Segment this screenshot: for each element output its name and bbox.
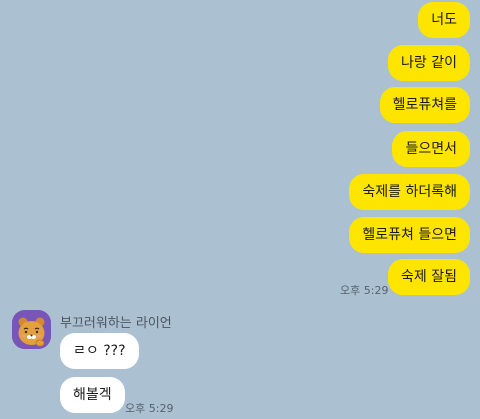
outgoing-message[interactable]: 들으면서	[392, 131, 470, 167]
outgoing-timestamp: 오후 5:29	[340, 284, 389, 297]
incoming-message[interactable]: ㄹㅇ ???	[60, 333, 139, 369]
outgoing-message[interactable]: 숙제를 하더록해	[349, 174, 470, 210]
outgoing-message[interactable]: 숙제 잘됨	[388, 259, 470, 295]
sender-avatar[interactable]	[12, 310, 51, 349]
incoming-timestamp: 오후 5:29	[125, 402, 174, 415]
incoming-message[interactable]: 해볼겍	[60, 377, 125, 413]
outgoing-message[interactable]: 헬로퓨쳐를	[379, 87, 470, 123]
chat-room: 너도 나랑 같이 헬로퓨쳐를 들으면서 숙제를 하더록해 헬로퓨쳐 들으면 숙제…	[0, 0, 480, 419]
outgoing-message[interactable]: 너도	[418, 2, 470, 38]
outgoing-message[interactable]: 헬로퓨쳐 들으면	[349, 217, 470, 253]
sender-name: 부끄러워하는 라이언	[60, 316, 172, 331]
outgoing-message[interactable]: 나랑 같이	[388, 45, 470, 81]
ryan-character-icon	[12, 310, 51, 349]
